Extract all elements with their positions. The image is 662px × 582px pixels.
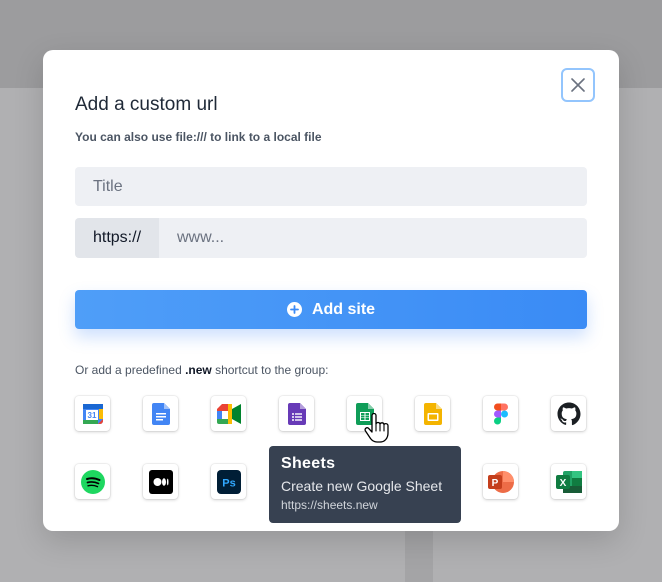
tooltip-title: Sheets xyxy=(281,455,336,472)
photoshop-icon: Ps xyxy=(216,469,241,494)
forms-icon xyxy=(287,402,306,425)
shortcut-powerpoint[interactable]: P xyxy=(483,464,518,499)
github-icon xyxy=(557,402,580,425)
shortcut-calendar[interactable]: 31 xyxy=(75,396,110,431)
modal-title: Add a custom url xyxy=(75,94,218,115)
shortcut-instructions: Or add a predefined .new shortcut to the… xyxy=(75,363,329,377)
hand-cursor-icon xyxy=(364,413,389,443)
figma-icon xyxy=(493,403,508,424)
svg-text:X: X xyxy=(559,478,566,489)
calendar-icon: 31 xyxy=(82,403,103,424)
shortcut-slides[interactable] xyxy=(415,396,450,431)
url-input[interactable] xyxy=(159,218,587,258)
tooltip-url: https://sheets.new xyxy=(281,498,378,512)
tooltip-description: Create new Google Sheet xyxy=(281,478,443,494)
slides-icon xyxy=(423,402,442,425)
shortcut-figma[interactable] xyxy=(483,396,518,431)
plus-circle-icon xyxy=(286,302,302,317)
url-prefix: https:// xyxy=(75,218,159,258)
shortcut-medium[interactable] xyxy=(143,464,178,499)
svg-text:P: P xyxy=(491,478,498,489)
shortcut-excel[interactable]: X xyxy=(551,464,586,499)
modal-subtitle: You can also use file:/// to link to a l… xyxy=(75,130,322,144)
spotify-icon xyxy=(80,469,105,494)
shortcut-photoshop[interactable]: Ps xyxy=(211,464,246,499)
powerpoint-icon: P xyxy=(487,470,514,493)
excel-icon: X xyxy=(555,470,582,493)
svg-text:31: 31 xyxy=(87,411,96,420)
shortcut-keyword: .new xyxy=(185,363,212,377)
docs-icon xyxy=(151,402,170,425)
medium-icon xyxy=(148,469,173,494)
shortcut-meet[interactable] xyxy=(211,396,246,431)
title-input[interactable] xyxy=(75,167,587,206)
shortcut-forms[interactable] xyxy=(279,396,314,431)
svg-text:Ps: Ps xyxy=(222,477,235,489)
close-icon xyxy=(571,78,585,92)
close-button[interactable] xyxy=(561,68,595,102)
add-site-button[interactable]: Add site xyxy=(75,290,587,329)
shortcut-tooltip: Sheets Create new Google Sheet https://s… xyxy=(269,446,461,523)
meet-icon xyxy=(216,403,241,424)
shortcut-spotify[interactable] xyxy=(75,464,110,499)
add-site-label: Add site xyxy=(311,300,376,318)
shortcut-github[interactable] xyxy=(551,396,586,431)
shortcut-docs[interactable] xyxy=(143,396,178,431)
